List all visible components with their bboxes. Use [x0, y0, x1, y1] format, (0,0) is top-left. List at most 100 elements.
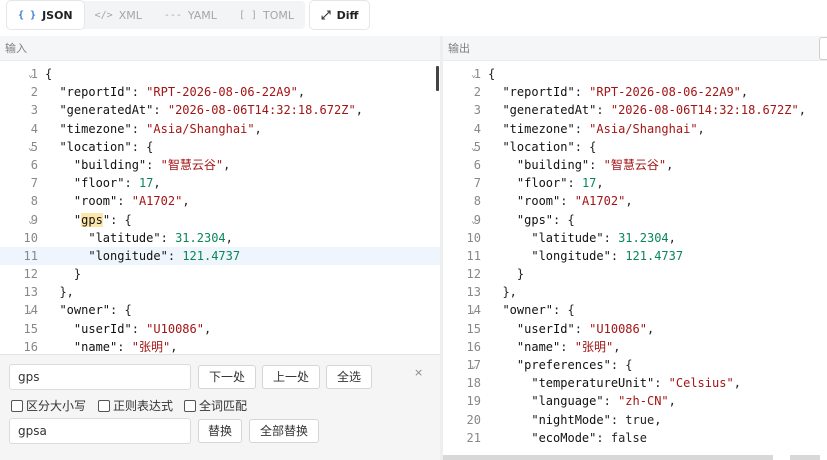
code-line[interactable]: 5 ⌄ "location": {: [0, 138, 440, 156]
fold-chevron-icon[interactable]: ⌄: [471, 212, 476, 230]
expand-arrows-icon: ⤢: [321, 7, 331, 22]
code-line[interactable]: 2 "reportId": "RPT-2026-08-06-22A9",: [0, 83, 440, 101]
json-key: "preferences": [516, 358, 611, 372]
fold-chevron-icon[interactable]: ⌄: [28, 66, 33, 84]
match-case-checkbox[interactable]: 区分大小写: [11, 397, 86, 414]
json-key: "userId": [516, 321, 575, 336]
json-key: "gps": [516, 212, 554, 227]
json-number: 17: [138, 176, 154, 191]
tab-xml[interactable]: </> XML: [84, 1, 153, 29]
code-line[interactable]: 4 "timezone": "Asia/Shanghai",: [0, 120, 440, 138]
code-line[interactable]: 7 "floor": 17,: [443, 174, 827, 192]
checkbox-box[interactable]: [184, 399, 196, 412]
output-toolbar-input[interactable]: [819, 37, 827, 60]
code-text: "userId": "U10086",: [516, 321, 655, 336]
code-line[interactable]: 14 ⌄ "owner": {: [443, 301, 827, 319]
code-line[interactable]: 12 }: [443, 265, 827, 283]
json-key: "owner": [59, 303, 111, 318]
code-line[interactable]: 21 "ecoMode": false: [443, 429, 827, 447]
code-line[interactable]: 16 "name": "张明",: [443, 338, 827, 356]
replace-input[interactable]: gpsa: [9, 418, 191, 444]
tab-json[interactable]: { } JSON: [7, 1, 84, 29]
code-line[interactable]: 12 }: [0, 265, 440, 283]
replace-button[interactable]: 替换: [198, 419, 242, 443]
code-line[interactable]: 8 "room": "A1702",: [0, 192, 440, 210]
code-line[interactable]: 13 },: [443, 283, 827, 301]
tab-yaml[interactable]: --- YAML: [153, 1, 228, 29]
code-line[interactable]: 10 "latitude": 31.2304,: [0, 229, 440, 247]
code-line[interactable]: 11 "longitude": 121.4737: [443, 247, 827, 265]
close-icon[interactable]: ×: [414, 366, 423, 379]
code-line[interactable]: 13 },: [0, 283, 440, 301]
code-line[interactable]: 7 "floor": 17,: [0, 174, 440, 192]
code-line[interactable]: 1 ⌄{: [443, 65, 827, 83]
code-line[interactable]: 15 "userId": "U10086",: [443, 320, 827, 338]
code-text: "ecoMode": false: [531, 430, 647, 445]
json-number: 121.4737: [182, 248, 241, 263]
json-key: "language": [531, 394, 604, 409]
code-line[interactable]: 9 ⌄ "gps": {: [0, 211, 440, 229]
tab-toml[interactable]: [ ] TOML: [228, 1, 305, 29]
code-line[interactable]: 4 "timezone": "Asia/Shanghai",: [443, 120, 827, 138]
json-string: "U10086": [589, 321, 647, 336]
regex-checkbox[interactable]: 正则表达式: [98, 397, 173, 414]
input-panel-title: 输入: [0, 36, 440, 61]
horizontal-scrollbar[interactable]: [443, 455, 773, 460]
code-line[interactable]: 3 "generatedAt": "2026-08-06T14:32:18.67…: [443, 101, 827, 119]
find-prev-button[interactable]: 上一处: [262, 365, 320, 389]
json-string: "张明": [131, 339, 171, 354]
line-number: 11: [23, 248, 38, 263]
output-editor[interactable]: 1 ⌄{2 "reportId": "RPT-2026-08-06-22A9", 3…: [443, 65, 827, 450]
code-text: "longitude": 121.4737: [531, 248, 684, 263]
code-line[interactable]: 18 "temperatureUnit": "Celsius",: [443, 374, 827, 392]
code-line[interactable]: 16 "name": "张明",: [0, 338, 440, 355]
code-line[interactable]: 6 "building": "智慧云谷",: [443, 156, 827, 174]
checkbox-box[interactable]: [98, 399, 110, 412]
code-line[interactable]: 2 "reportId": "RPT-2026-08-06-22A9",: [443, 83, 827, 101]
fold-chevron-icon[interactable]: ⌄: [28, 212, 33, 230]
code-line[interactable]: 8 "room": "A1702",: [443, 192, 827, 210]
json-string: "RPT-2026-08-06-22A9": [146, 85, 298, 100]
code-line[interactable]: 6 "building": "智慧云谷",: [0, 156, 440, 174]
fold-chevron-icon[interactable]: ⌄: [28, 139, 33, 157]
json-number: 31.2304: [618, 230, 669, 245]
line-number: 19: [466, 394, 481, 409]
code-text: "floor": 17,: [73, 176, 161, 191]
whole-word-checkbox[interactable]: 全词匹配: [184, 397, 247, 414]
code-line[interactable]: 11 "longitude": 121.4737: [0, 246, 440, 266]
input-editor-scrollbar[interactable]: [436, 66, 439, 91]
code-icon: </>: [94, 9, 113, 21]
code-line[interactable]: 20 "nightMode": true,: [443, 411, 827, 429]
search-input[interactable]: gps: [9, 364, 191, 390]
code-line[interactable]: 15 "userId": "U10086",: [0, 320, 440, 338]
tab-diff[interactable]: ⤢ Diff: [310, 1, 370, 29]
fold-chevron-icon[interactable]: ⌄: [471, 139, 476, 157]
horizontal-scrollbar-end[interactable]: [790, 455, 820, 460]
code-line[interactable]: 9 ⌄ "gps": {: [443, 211, 827, 229]
code-text: "owner": {: [59, 303, 132, 318]
replace-all-button[interactable]: 全部替换: [249, 419, 319, 443]
code-line[interactable]: 5 ⌄ "location": {: [443, 138, 827, 156]
code-line[interactable]: 1 ⌄{: [0, 65, 440, 83]
code-line[interactable]: 17 ⌄ "preferences": {: [443, 356, 827, 374]
fold-chevron-icon[interactable]: ⌄: [471, 302, 476, 320]
input-editor[interactable]: 1 ⌄{2 "reportId": "RPT-2026-08-06-22A9", 3…: [0, 65, 440, 355]
code-text: "generatedAt": "2026-08-06T14:32:18.672Z…: [59, 103, 363, 118]
fold-chevron-icon[interactable]: ⌄: [28, 302, 33, 320]
code-line[interactable]: 3 "generatedAt": "2026-08-06T14:32:18.67…: [0, 101, 440, 119]
json-key: "owner": [502, 303, 554, 318]
fold-chevron-icon[interactable]: ⌄: [471, 357, 476, 375]
json-string: "zh-CN": [618, 394, 669, 409]
checkbox-box[interactable]: [11, 399, 23, 412]
code-line[interactable]: 10 "latitude": 31.2304,: [443, 229, 827, 247]
code-line[interactable]: 14 ⌄ "owner": {: [0, 301, 440, 319]
line-number: 18: [466, 376, 481, 391]
line-number: 4: [30, 121, 38, 136]
code-text: "longitude": 121.4737: [88, 248, 241, 263]
code-text: }: [488, 267, 525, 282]
code-line[interactable]: 19 "language": "zh-CN",: [443, 392, 827, 410]
fold-chevron-icon[interactable]: ⌄: [471, 66, 476, 84]
find-next-button[interactable]: 下一处: [198, 365, 256, 389]
select-all-button[interactable]: 全选: [326, 365, 372, 389]
whole-word-label: 全词匹配: [199, 399, 248, 413]
